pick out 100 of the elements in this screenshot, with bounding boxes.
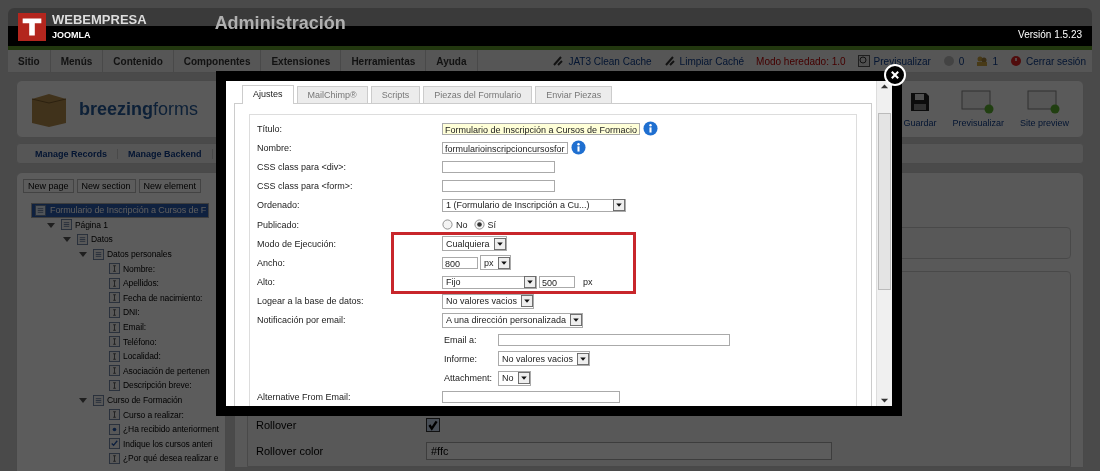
- text-field[interactable]: formularioinscripcioncursosfor: [442, 141, 568, 154]
- tree-button[interactable]: New page: [23, 179, 74, 193]
- status-link[interactable]: JAT3 Clean Cache: [568, 55, 652, 67]
- tree-item[interactable]: Email:: [107, 321, 149, 333]
- tab[interactable]: Scripts: [370, 86, 421, 103]
- field-label: Título:: [257, 123, 283, 134]
- menu-item[interactable]: Sitio: [8, 50, 51, 72]
- tree-item[interactable]: Asociación de pertenen: [107, 365, 212, 377]
- tree-item[interactable]: Página 1: [59, 219, 110, 231]
- tree-item[interactable]: Apellidos:: [107, 277, 161, 289]
- field-label: Modo de Ejecución:: [257, 238, 338, 249]
- field-label: Alto:: [257, 277, 276, 288]
- tree-item[interactable]: Curso de Formación: [91, 394, 185, 406]
- field-label: Ancho:: [257, 257, 287, 268]
- text-field[interactable]: [442, 391, 620, 404]
- tree-item[interactable]: ¿Por qué desea realizar e: [107, 452, 221, 464]
- property-label: Rollover color: [256, 445, 325, 457]
- tree-item[interactable]: DNI:: [107, 306, 142, 318]
- caret-icon: [524, 276, 536, 289]
- tree-item[interactable]: ¿Ha recibido anteriorment: [107, 423, 221, 435]
- text-field[interactable]: [442, 160, 555, 173]
- caret-icon: [613, 199, 625, 212]
- caret-icon: [570, 314, 583, 327]
- expand-arrow-icon[interactable]: [79, 396, 87, 404]
- tree-item[interactable]: Fecha de nacimiento:: [107, 292, 205, 304]
- field-label: Publicado:: [257, 219, 301, 230]
- dropdown[interactable]: 1 (Formulario de Inscripción a Cu...): [442, 198, 626, 212]
- tab[interactable]: Enviar Piezas: [535, 86, 613, 103]
- menu-item[interactable]: Contenido: [103, 50, 174, 72]
- info-icon[interactable]: [643, 121, 659, 137]
- text-field[interactable]: [498, 333, 730, 346]
- radio-option[interactable]: Sí: [473, 219, 497, 231]
- field-label: CSS class para <form>:: [257, 181, 354, 192]
- tab[interactable]: MailChimp®: [296, 86, 368, 103]
- property-label: Rollover: [256, 419, 298, 431]
- close-button[interactable]: [884, 64, 906, 86]
- brand-subtitle: JOOMLA: [52, 30, 92, 41]
- tree-item[interactable]: Teléfono:: [107, 336, 159, 348]
- status-link[interactable]: 0: [958, 55, 965, 67]
- dropdown[interactable]: A una dirección personalizada: [442, 312, 584, 328]
- status-link[interactable]: Cerrar sesión: [1025, 55, 1086, 67]
- tree-item[interactable]: Datos: [75, 234, 115, 245]
- status-link[interactable]: Previsualizar: [873, 55, 931, 67]
- status-link[interactable]: Limpiar Caché: [679, 55, 745, 67]
- field-label: Nombre:: [257, 142, 293, 153]
- submenu-link[interactable]: Manage Records: [35, 148, 119, 159]
- unit-label: px: [583, 277, 593, 288]
- form-icon: [35, 204, 46, 216]
- expand-arrow-icon[interactable]: [63, 235, 71, 244]
- radio-button[interactable]: [473, 219, 485, 231]
- info-icon[interactable]: [570, 140, 586, 156]
- mode-status: Modo heredado: 1.0: [756, 55, 846, 67]
- radio-button[interactable]: [442, 219, 453, 231]
- tree-item[interactable]: Localidad:: [107, 350, 163, 362]
- dropdown[interactable]: Fijo: [442, 275, 537, 289]
- text-field-icon: [109, 336, 120, 348]
- text-field[interactable]: Formulario de Inscripción a Cursos de Formacio: [442, 122, 641, 135]
- tree-item[interactable]: Indique los cursos anteri: [107, 438, 215, 450]
- expand-arrow-icon[interactable]: [79, 250, 87, 259]
- field-label: Attachment:: [444, 373, 494, 384]
- submenu-link[interactable]: Manage Backend: [128, 148, 213, 159]
- text-field[interactable]: 800: [442, 256, 478, 269]
- checkbox-icon: [109, 438, 120, 450]
- tree-item[interactable]: Descripción breve:: [107, 379, 194, 391]
- caret-icon: [577, 352, 590, 365]
- text-field[interactable]: 500: [539, 276, 575, 289]
- page-title: Administración: [214, 12, 346, 34]
- text-field-icon: [109, 277, 120, 289]
- status-link[interactable]: 1: [992, 55, 998, 67]
- tree-button[interactable]: New element: [138, 179, 202, 193]
- dropdown[interactable]: Cualquiera: [442, 236, 507, 252]
- text-field-icon: [109, 306, 120, 318]
- tab[interactable]: Piezas del Formulario: [423, 86, 533, 103]
- text-field-icon: [109, 350, 120, 362]
- monitor-icon: [1027, 90, 1062, 114]
- field-label: Notificación por email:: [257, 315, 347, 326]
- field-label: Alternative From Email:: [257, 392, 352, 403]
- toolbar-button[interactable]: Previsualizar: [950, 90, 1006, 128]
- radio-option[interactable]: No: [442, 219, 468, 231]
- tree-item[interactable]: Nombre:: [107, 263, 157, 275]
- field-label: Logear a la base de datos:: [257, 296, 365, 307]
- dropdown[interactable]: No valores vacios: [498, 351, 591, 367]
- text-field[interactable]: [442, 180, 555, 193]
- tab[interactable]: Ajustes: [242, 85, 294, 104]
- power-icon: [1009, 55, 1022, 67]
- checkbox[interactable]: [426, 418, 440, 432]
- expand-arrow-icon[interactable]: [47, 220, 55, 229]
- menu-item[interactable]: Menús: [50, 50, 104, 72]
- field-label: Informe:: [444, 353, 478, 364]
- text-field-icon: [109, 365, 120, 377]
- tree-button[interactable]: New section: [76, 179, 136, 193]
- dropdown[interactable]: No: [498, 370, 531, 386]
- tree-item[interactable]: Curso a realizar:: [107, 409, 186, 421]
- toolbar-button[interactable]: Site preview: [1017, 90, 1071, 128]
- caret-icon: [517, 372, 530, 385]
- text-field[interactable]: #ffc: [426, 442, 832, 460]
- scrollbar[interactable]: [876, 81, 892, 406]
- tree-item[interactable]: Datos personales: [91, 248, 174, 260]
- list-icon: [77, 234, 88, 245]
- dropdown[interactable]: px: [480, 255, 511, 271]
